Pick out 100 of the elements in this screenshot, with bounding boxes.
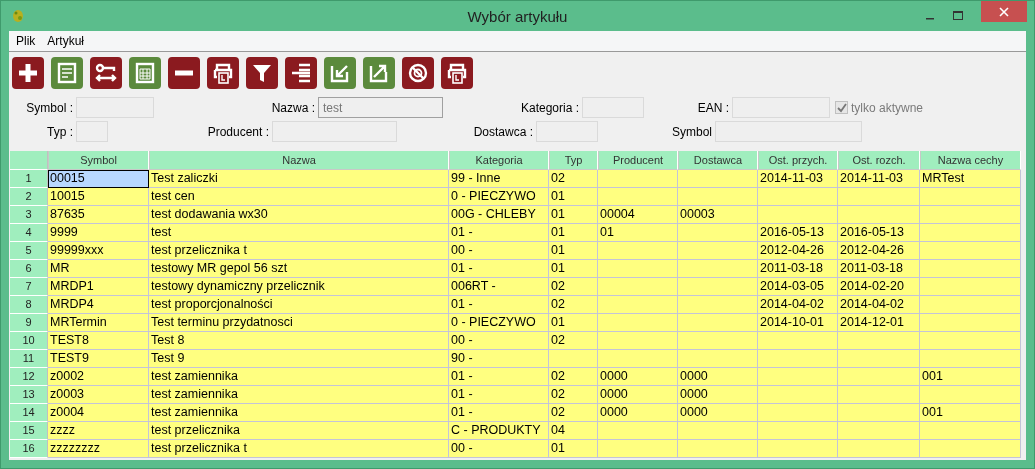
- name-field[interactable]: test: [318, 97, 443, 118]
- column-header[interactable]: Producent: [598, 151, 678, 170]
- column-header[interactable]: Kategoria: [449, 151, 549, 170]
- window-title: Wybór artykułu: [467, 8, 568, 25]
- type-cell: 01: [549, 206, 598, 224]
- category-cell: 01 -: [449, 386, 549, 404]
- row-number[interactable]: 4: [10, 224, 48, 242]
- column-header[interactable]: Dostawca: [678, 151, 758, 170]
- column-header[interactable]: Symbol: [48, 151, 149, 170]
- date-cell: 2014-11-03: [838, 170, 920, 188]
- symbol-cell: MRTermin: [48, 314, 149, 332]
- date-cell: 2016-05-13: [758, 224, 838, 242]
- type-cell: 01: [549, 188, 598, 206]
- symbol-cell: TEST9: [48, 350, 149, 368]
- date-cell: 2016-05-13: [838, 224, 920, 242]
- key-arrows-icon: [95, 62, 117, 84]
- feature-cell: 001: [920, 404, 1021, 422]
- type-cell: 01: [549, 314, 598, 332]
- symbol-cell: MR: [48, 260, 149, 278]
- row-number[interactable]: 1: [10, 170, 48, 188]
- row-number[interactable]: 11: [10, 350, 48, 368]
- column-header[interactable]: Typ: [549, 151, 598, 170]
- row-number[interactable]: 6: [10, 260, 48, 278]
- symbol-cell: z0002: [48, 368, 149, 386]
- symbol-cell: zzzz: [48, 422, 149, 440]
- maximize-icon[interactable]: [953, 11, 963, 20]
- type-cell: 02: [549, 170, 598, 188]
- column-header[interactable]: Ost. przych.: [758, 151, 838, 170]
- field-label: Symbol: [671, 124, 713, 139]
- name-cell: testowy dynamiczny przelicznik: [149, 278, 449, 296]
- date-cell: 2012-04-26: [838, 242, 920, 260]
- export-button[interactable]: [363, 57, 395, 89]
- column-header[interactable]: Ost. rozch.: [838, 151, 920, 170]
- row-number[interactable]: 16: [10, 440, 48, 458]
- name-cell: test przelicznika t: [149, 242, 449, 260]
- import-button[interactable]: [324, 57, 356, 89]
- type-cell: 01: [549, 242, 598, 260]
- category-cell: 0 - PIECZYWO: [449, 188, 549, 206]
- menu-item[interactable]: Plik: [16, 34, 36, 48]
- field-label: Nazwa :: [270, 100, 316, 115]
- printer-button[interactable]: [207, 57, 239, 89]
- row-number[interactable]: 14: [10, 404, 48, 422]
- arrow-in-icon: [329, 62, 351, 84]
- producer-cell: 0000: [598, 404, 678, 422]
- name-cell: test dodawania wx30: [149, 206, 449, 224]
- swap-button[interactable]: [90, 57, 122, 89]
- printer-button[interactable]: [441, 57, 473, 89]
- checkbox-label: tylko aktywne: [851, 100, 924, 115]
- producer-cell: 0000: [598, 386, 678, 404]
- date-cell: 2014-12-01: [838, 314, 920, 332]
- row-number[interactable]: 15: [10, 422, 48, 440]
- type-cell: 01: [549, 260, 598, 278]
- symbol-cell: 9999: [48, 224, 149, 242]
- type-cell: 02: [549, 404, 598, 422]
- column-header[interactable]: Nazwa: [149, 151, 449, 170]
- close-button[interactable]: [981, 1, 1027, 22]
- document-icon: [56, 62, 78, 84]
- blocked-button[interactable]: [402, 57, 434, 89]
- minus-button[interactable]: [168, 57, 200, 89]
- frog-icon: [11, 8, 25, 24]
- arrow-out-icon: [368, 62, 390, 84]
- row-number[interactable]: 12: [10, 368, 48, 386]
- row-number[interactable]: 8: [10, 296, 48, 314]
- filter-icon: [251, 62, 273, 84]
- name-cell: Test zaliczki: [149, 170, 449, 188]
- list-button[interactable]: [285, 57, 317, 89]
- category-cell: 99 - Inne: [449, 170, 549, 188]
- date-cell: 2014-04-02: [758, 296, 838, 314]
- table-button[interactable]: [129, 57, 161, 89]
- symbol-cell: 10015: [48, 188, 149, 206]
- plus-button[interactable]: [12, 57, 44, 89]
- list-icon: [290, 62, 312, 84]
- supplier-cell: 0000: [678, 386, 758, 404]
- filter-button[interactable]: [246, 57, 278, 89]
- row-number[interactable]: 10: [10, 332, 48, 350]
- menu-item[interactable]: Artykuł: [47, 34, 85, 48]
- row-number[interactable]: 9: [10, 314, 48, 332]
- date-cell: 2011-03-18: [838, 260, 920, 278]
- row-number[interactable]: 7: [10, 278, 48, 296]
- date-cell: 2014-10-01: [758, 314, 838, 332]
- symbol-cell: zzzzzzzz: [48, 440, 149, 458]
- column-header[interactable]: Nazwa cechy: [920, 151, 1021, 170]
- symbol-cell: MRDP1: [48, 278, 149, 296]
- row-number[interactable]: 13: [10, 386, 48, 404]
- row-number[interactable]: 5: [10, 242, 48, 260]
- name-cell: test cen: [149, 188, 449, 206]
- row-number[interactable]: 2: [10, 188, 48, 206]
- name-cell: test przelicznika: [149, 422, 449, 440]
- date-cell: 2014-03-05: [758, 278, 838, 296]
- field-label: Kategoria :: [519, 100, 580, 115]
- category-cell: 01 -: [449, 368, 549, 386]
- feature-cell: 001: [920, 368, 1021, 386]
- minus-icon: [173, 70, 195, 76]
- type-cell: 02: [549, 386, 598, 404]
- row-number[interactable]: 3: [10, 206, 48, 224]
- printer-icon: [446, 62, 468, 84]
- field-label: Typ :: [46, 124, 74, 139]
- document-button[interactable]: [51, 57, 83, 89]
- feature-cell: MRTest: [920, 170, 1021, 188]
- producer-cell: 00004: [598, 206, 678, 224]
